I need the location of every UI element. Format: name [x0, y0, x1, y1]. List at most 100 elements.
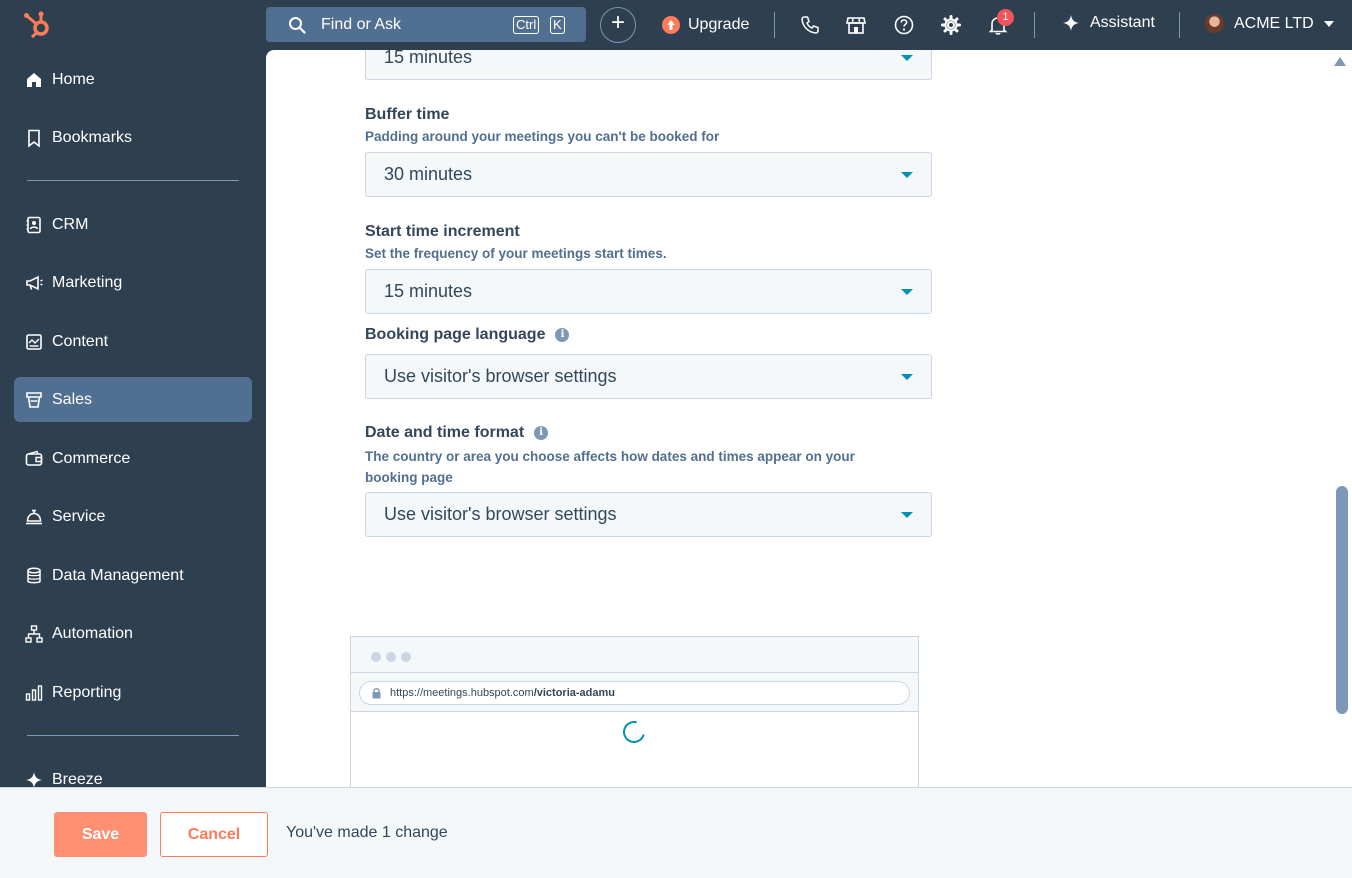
- start-time-increment-help: Set the frequency of your meetings start…: [365, 246, 667, 261]
- select-value: 30 minutes: [384, 164, 473, 184]
- sidebar-item-content[interactable]: Content: [14, 319, 252, 364]
- help-icon[interactable]: [893, 14, 915, 36]
- select-value: Use visitor's browser settings: [384, 504, 617, 524]
- sidebar-item-home[interactable]: Home: [14, 57, 252, 102]
- sidebar-item-reporting[interactable]: Reporting: [14, 670, 252, 715]
- sidebar-divider: [27, 180, 239, 181]
- buffer-time-select[interactable]: 30 minutes: [365, 152, 932, 197]
- sidebar-item-label: Sales: [52, 390, 93, 408]
- preview-url-bar: https://meetings.hubspot.com/victoria-ad…: [359, 681, 910, 705]
- sidebar-item-automation[interactable]: Automation: [14, 611, 252, 656]
- sidebar-item-label: Home: [52, 70, 95, 88]
- shortcut-k-key: K: [550, 16, 565, 34]
- search-icon: [289, 17, 306, 34]
- save-button[interactable]: Save: [54, 812, 147, 857]
- sidebar-item-label: Service: [52, 507, 106, 525]
- field-label-text: Start time increment: [365, 223, 520, 240]
- database-icon: [27, 566, 41, 583]
- sidebar-item-label: CRM: [52, 215, 89, 233]
- dropdown-arrow-icon: [901, 512, 913, 518]
- sidebar-item-marketing[interactable]: Marketing: [14, 260, 252, 305]
- sidebar-item-label: Breeze: [52, 770, 103, 788]
- preview-address-row: https://meetings.hubspot.com/victoria-ad…: [351, 673, 918, 712]
- sparkle-icon: [1063, 15, 1079, 31]
- url-base: https://meetings.hubspot.com: [390, 687, 534, 699]
- bookmark-icon: [28, 129, 40, 148]
- sparkle-icon: [26, 771, 42, 787]
- cancel-button[interactable]: Cancel: [160, 812, 268, 857]
- booking-page-language-label: Booking page language i: [365, 326, 570, 344]
- select-value: 15 minutes: [384, 281, 473, 301]
- sidebar-item-service[interactable]: Service: [14, 494, 252, 539]
- window-dot: [401, 652, 411, 662]
- window-dot: [386, 652, 396, 662]
- dropdown-arrow-icon: [901, 289, 913, 295]
- sales-icon: [26, 391, 42, 408]
- account-menu[interactable]: ACME LTD: [1205, 14, 1334, 33]
- assistant-button[interactable]: Assistant: [1062, 14, 1155, 32]
- field-label-text: Buffer time: [365, 106, 450, 123]
- dropdown-arrow-icon: [901, 55, 913, 61]
- sidebar-item-label: Bookmarks: [52, 128, 133, 146]
- topbar-divider: [1179, 12, 1180, 38]
- select-value: 15 minutes: [384, 50, 473, 67]
- shortcut-ctrl-key: Ctrl: [513, 16, 540, 34]
- loading-spinner-icon: [618, 716, 650, 748]
- unsaved-changes-text: You've made 1 change: [286, 824, 448, 841]
- upgrade-button[interactable]: Upgrade: [662, 14, 749, 36]
- sidebar-item-data-management[interactable]: Data Management: [14, 553, 252, 598]
- sidebar-item-bookmarks[interactable]: Bookmarks: [14, 115, 252, 160]
- hubspot-logo-icon[interactable]: [22, 9, 54, 41]
- topbar-divider: [774, 12, 775, 38]
- global-search[interactable]: Find or Ask Ctrl K: [266, 7, 586, 42]
- contacts-icon: [26, 216, 41, 233]
- sidebar-item-label: Data Management: [52, 566, 184, 584]
- url-slug: /victoria-adamu: [533, 687, 615, 699]
- sidebar-item-sales[interactable]: Sales: [14, 377, 252, 422]
- create-new-button[interactable]: +: [600, 7, 636, 43]
- wallet-icon: [25, 450, 43, 466]
- booking-page-language-select[interactable]: Use visitor's browser settings: [365, 354, 932, 399]
- start-time-increment-label: Start time increment: [365, 223, 520, 241]
- meeting-settings-panel: 15 minutes Buffer time Padding around yo…: [266, 50, 1352, 787]
- sidebar-item-label: Reporting: [52, 683, 122, 701]
- lock-icon: [372, 688, 381, 699]
- scroll-up-arrow-icon[interactable]: [1334, 57, 1346, 66]
- scrollbar-thumb[interactable]: [1336, 486, 1348, 714]
- top-navigation-bar: Find or Ask Ctrl K + Upgrade 1 Assistant…: [0, 0, 1352, 50]
- field-label-text: Booking page language: [365, 326, 546, 343]
- account-name: ACME LTD: [1234, 14, 1314, 32]
- duration-select[interactable]: 15 minutes: [365, 50, 932, 80]
- window-dot: [371, 652, 381, 662]
- chevron-down-icon: [1323, 20, 1334, 27]
- sidebar-item-commerce[interactable]: Commerce: [14, 436, 252, 481]
- buffer-time-help: Padding around your meetings you can't b…: [365, 129, 720, 144]
- workflow-icon: [25, 624, 43, 643]
- sidebar-item-breeze[interactable]: Breeze: [14, 757, 252, 787]
- avatar: [1205, 14, 1224, 33]
- buffer-time-label: Buffer time: [365, 106, 449, 124]
- sidebar-item-crm[interactable]: CRM: [14, 202, 252, 247]
- date-time-format-help: The country or area you choose affects h…: [365, 449, 855, 485]
- sidebar-item-label: Marketing: [52, 273, 123, 291]
- megaphone-icon: [26, 275, 43, 290]
- phone-icon[interactable]: [799, 14, 821, 36]
- sidebar-divider: [27, 735, 239, 736]
- notification-count-badge: 1: [997, 9, 1014, 26]
- bar-chart-icon: [25, 684, 43, 701]
- booking-page-preview: https://meetings.hubspot.com/victoria-ad…: [350, 636, 919, 787]
- topbar-divider: [1034, 12, 1035, 38]
- info-icon[interactable]: i: [534, 426, 549, 440]
- upgrade-arrow-icon: [662, 16, 680, 34]
- start-time-increment-select[interactable]: 15 minutes: [365, 269, 932, 314]
- assistant-label: Assistant: [1090, 14, 1155, 31]
- date-time-format-select[interactable]: Use visitor's browser settings: [365, 492, 932, 537]
- content-icon: [26, 333, 42, 350]
- save-bar: Save Cancel You've made 1 change: [0, 787, 1352, 878]
- info-icon[interactable]: i: [555, 328, 570, 342]
- marketplace-icon[interactable]: [845, 14, 867, 36]
- service-bell-icon: [26, 509, 42, 524]
- settings-gear-icon[interactable]: [940, 14, 962, 36]
- date-time-format-label: Date and time format i: [365, 424, 549, 442]
- search-placeholder: Find or Ask: [321, 16, 402, 33]
